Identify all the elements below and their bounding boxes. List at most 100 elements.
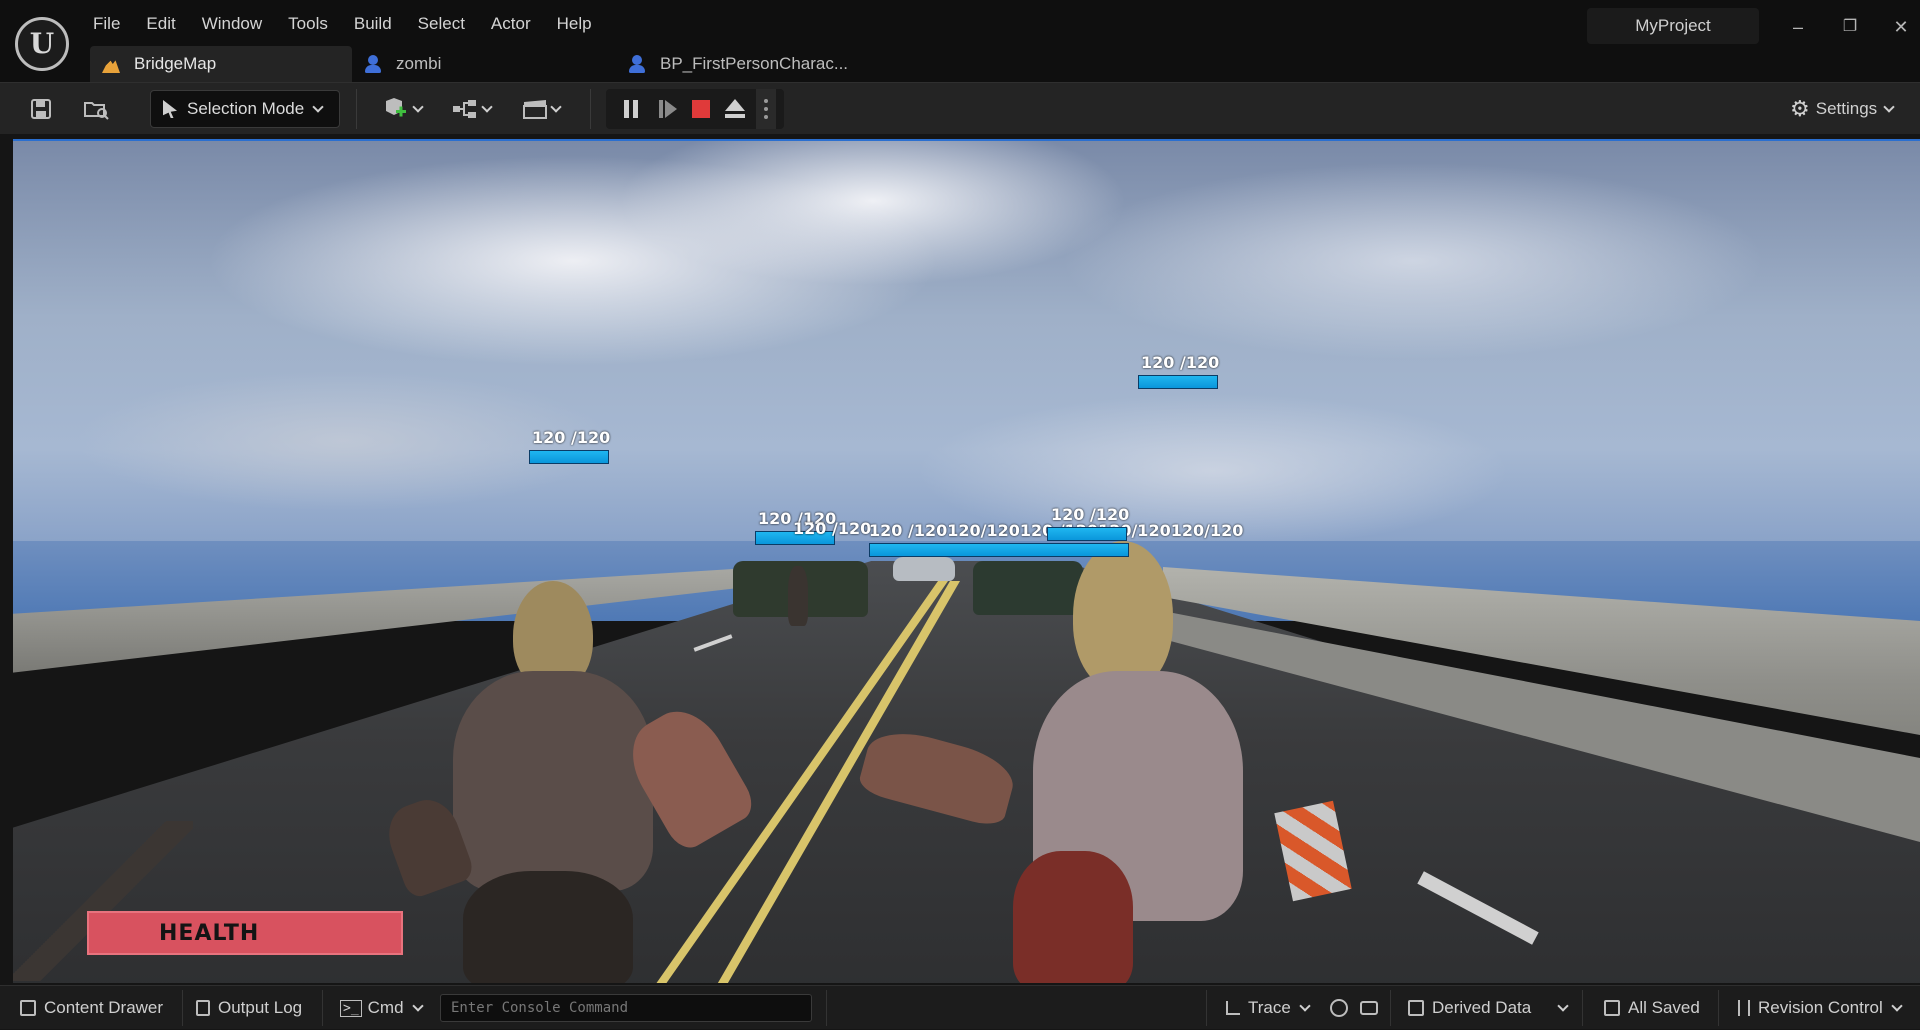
camera-icon[interactable] [1360,986,1378,1030]
more-options-icon[interactable] [756,89,776,129]
add-actor-icon [386,98,406,117]
enemy-health-bar [1047,527,1127,541]
statusbar-divider [1718,990,1719,1026]
statusbar-divider [826,990,827,1026]
menu-bar: File Edit Window Tools Build Select Acto… [80,10,605,38]
player-health-label: HEALTH [159,921,260,946]
database-icon [1408,1000,1424,1016]
blueprint-graph-icon [453,100,476,118]
browse-folder-icon[interactable] [80,91,112,127]
chevron-down-icon [1891,999,1903,1012]
cmd-label: Cmd [367,998,404,1017]
menu-actor[interactable]: Actor [478,10,544,38]
zombie-right [856,541,1283,983]
tab-bp-firstpersoncharacter[interactable]: BP_FirstPersonCharac... [616,46,864,82]
trace-icon [1226,1001,1240,1015]
clapperboard-icon [523,100,547,119]
tab-bridgemap[interactable]: BridgeMap [90,46,352,82]
menu-window[interactable]: Window [189,10,275,38]
restore-icon[interactable]: ❐ [1835,12,1865,42]
tab-label: BP_FirstPersonCharac... [660,54,849,73]
selection-mode-icon [163,100,177,118]
unreal-engine-logo[interactable]: U [15,17,69,71]
derived-data-label: Derived Data [1432,998,1532,1017]
menu-select[interactable]: Select [405,10,478,38]
revision-control-dropdown[interactable]: Revision Control [1738,986,1903,1030]
content-drawer-icon [20,1000,36,1016]
toolbar-divider [356,89,357,129]
branch-icon [1738,1000,1750,1016]
statusbar-divider [322,990,323,1026]
play-controls [606,89,784,129]
chevron-down-icon [1557,999,1569,1012]
zombie-left [379,581,773,983]
menu-tools[interactable]: Tools [275,10,341,38]
enemy-health-text: 120 /120 [793,519,872,538]
blueprint-icon [628,55,646,73]
output-log-label: Output Log [218,998,303,1017]
tab-label: BridgeMap [134,54,217,73]
trace-label: Trace [1248,998,1291,1017]
eject-button[interactable] [720,89,750,129]
title-bar: U File Edit Window Tools Build Select Ac… [0,0,1920,82]
barrier-left [13,821,193,981]
revision-control-label: Revision Control [1758,998,1883,1017]
statusbar-divider [1582,990,1583,1026]
add-actor-button[interactable] [377,91,427,127]
enemy-health-bar [1138,375,1218,389]
stop-icon [692,100,710,118]
cinematics-button[interactable] [516,91,566,127]
console-command-input[interactable]: Enter Console Command [440,994,812,1022]
statusbar-divider [1206,990,1207,1026]
save-status-icon [1604,1000,1620,1016]
sky [13,141,1920,581]
statusbar-divider [1390,990,1391,1026]
menu-help[interactable]: Help [544,10,605,38]
pause-button[interactable] [616,89,646,129]
statusbar-divider [182,990,183,1026]
output-log-icon [196,1000,210,1016]
tab-zombi[interactable]: zombi [352,46,616,82]
chevron-down-icon [1299,999,1311,1012]
main-toolbar: Selection Mode ⚙ Settings [0,82,1920,134]
settings-label: Settings [1815,99,1878,118]
blueprint-icon [364,55,382,73]
status-bar: Content Drawer Output Log >_ Cmd Enter C… [0,985,1920,1029]
blueprints-button[interactable] [446,91,496,127]
chevron-down-icon [481,100,493,113]
selection-mode-dropdown[interactable]: Selection Mode [150,90,340,128]
content-drawer-label: Content Drawer [44,998,164,1017]
live-coding-icon[interactable] [1330,986,1348,1030]
enemy-health-bar [869,543,1129,557]
all-saved-label: All Saved [1628,998,1700,1017]
trace-dropdown[interactable]: Trace [1226,986,1311,1030]
menu-file[interactable]: File [80,10,133,38]
enemy-health-text: 120 /120 [1141,353,1220,372]
close-icon[interactable]: ✕ [1886,12,1916,42]
derived-data-dropdown[interactable]: Derived Data [1408,986,1569,1030]
save-icon[interactable] [26,91,56,127]
menu-edit[interactable]: Edit [133,10,188,38]
map-icon [102,58,120,73]
project-name[interactable]: MyProject [1587,8,1759,44]
chevron-down-icon [312,100,324,113]
enemy-health-text: 120 /120 [1051,505,1130,524]
chevron-down-icon [411,999,424,1012]
output-log-button[interactable]: Output Log [196,986,302,1030]
all-saved-button[interactable]: All Saved [1604,986,1700,1030]
step-frame-icon [659,100,663,118]
chevron-down-icon [412,100,424,113]
zombie-far [783,556,813,626]
settings-button[interactable]: ⚙ Settings [1790,91,1895,127]
content-drawer-button[interactable]: Content Drawer [20,986,163,1030]
cmd-dropdown[interactable]: >_ Cmd [340,986,424,1030]
gear-icon: ⚙ [1790,96,1810,121]
stop-button[interactable] [686,89,716,129]
step-frame-button[interactable] [652,89,682,129]
document-tabs: BridgeMap zombi BP_FirstPersonCharac... [90,46,864,82]
menu-build[interactable]: Build [341,10,405,38]
level-viewport[interactable]: 120 /120 120 /120 120 /120 120 /120 120 … [13,139,1920,983]
chevron-down-icon [550,100,562,113]
minimize-icon[interactable]: – [1783,12,1813,42]
player-health-panel: HEALTH [87,911,403,955]
